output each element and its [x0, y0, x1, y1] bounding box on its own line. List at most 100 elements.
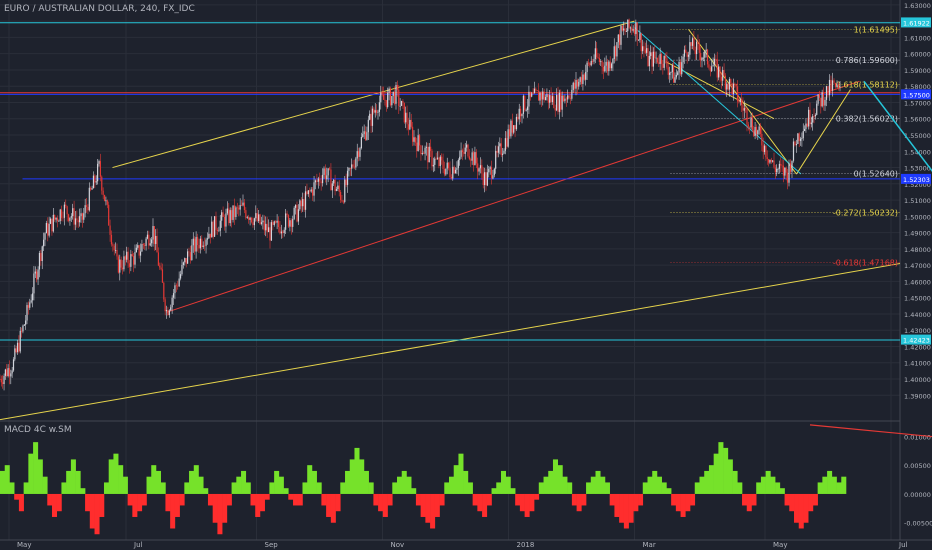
candle-body	[481, 165, 483, 174]
chart[interactable]: 1.630001.620001.610001.600001.590001.580…	[0, 0, 932, 550]
candle-body	[443, 169, 446, 175]
candle-body	[578, 81, 580, 87]
candle-body	[10, 373, 12, 377]
candle-body	[769, 159, 771, 163]
candle-body	[504, 138, 506, 151]
candle-body	[556, 94, 558, 111]
macd-bar	[4, 465, 10, 494]
candle-body	[600, 61, 602, 63]
price-tick-label: 1.59000	[904, 67, 931, 75]
candle-body	[691, 38, 694, 46]
candle-body	[37, 269, 39, 280]
candle-body	[734, 83, 736, 85]
candle-body	[163, 282, 165, 300]
candle-body	[153, 226, 155, 244]
candle-body	[583, 74, 585, 80]
price-tick-label: 1.50000	[904, 213, 931, 221]
candle-body	[492, 175, 494, 179]
candle-body	[188, 251, 190, 253]
candle-body	[673, 65, 675, 83]
candle-body	[472, 152, 475, 166]
macd-bar	[619, 493, 625, 523]
candle-body	[486, 172, 488, 186]
candle-body	[615, 46, 617, 57]
macd-bar	[633, 493, 639, 512]
macd-bar	[165, 493, 171, 512]
candle-body	[549, 95, 551, 103]
macd-bar	[770, 476, 776, 494]
candle-body	[628, 19, 630, 28]
candle-body	[51, 218, 53, 232]
candle-body	[619, 34, 621, 45]
candle-body	[561, 95, 563, 110]
candle-body	[25, 320, 27, 325]
candle-body	[681, 62, 683, 75]
candle-body	[134, 252, 136, 265]
candle-body	[749, 126, 751, 128]
macd-bar	[47, 493, 53, 506]
candle-body	[236, 207, 238, 209]
candle-body	[435, 158, 437, 160]
candle-body	[286, 213, 288, 216]
candle-body	[219, 220, 221, 231]
candle-body	[360, 136, 362, 149]
candle-body	[780, 163, 782, 166]
macd-bar	[415, 493, 421, 506]
candle-body	[535, 88, 537, 91]
macd-bar	[212, 493, 218, 523]
macd-bar	[500, 470, 507, 494]
candle-body	[81, 213, 83, 220]
macd-bar	[831, 476, 837, 494]
candle-body	[722, 70, 724, 81]
candle-body	[292, 218, 294, 227]
macd-bar	[713, 453, 719, 494]
price-tick-label: 1.46000	[904, 278, 931, 286]
candle-body	[127, 251, 129, 264]
macd-bar	[146, 476, 152, 494]
candle-body	[282, 231, 284, 234]
candle-body	[338, 185, 340, 192]
candle-body	[420, 145, 422, 155]
candle-body	[316, 180, 318, 182]
candle-body	[378, 102, 380, 112]
macd-bar	[302, 482, 308, 494]
candle-body	[558, 92, 560, 112]
candle-body	[184, 258, 186, 263]
candle-body	[525, 109, 527, 111]
candle-body	[706, 49, 709, 65]
candle-body	[87, 206, 89, 211]
candle-body	[146, 234, 149, 239]
candle-body	[328, 168, 331, 170]
fib-level-label: -0.618(1.47168)	[833, 258, 898, 267]
candle-body	[731, 83, 733, 95]
candle-body	[686, 52, 688, 57]
candle-body	[574, 82, 576, 89]
candle-body	[631, 27, 633, 31]
macd-bar	[28, 453, 34, 494]
candle-body	[579, 77, 581, 82]
candle-body	[446, 162, 448, 169]
candle-body	[575, 79, 577, 89]
candle-body	[371, 108, 374, 126]
candle-body	[272, 222, 274, 225]
candle-body	[77, 220, 79, 223]
candle-body	[822, 92, 825, 106]
fib-level-label: 1(1.61495)	[854, 25, 898, 34]
candle-body	[327, 168, 329, 176]
macd-bar	[841, 476, 847, 494]
candle-body	[376, 110, 378, 113]
candle-body	[642, 46, 644, 52]
candle-body	[41, 246, 43, 262]
candle-body	[109, 225, 111, 235]
candle-body	[660, 54, 663, 64]
candle-body	[83, 213, 85, 220]
candle-body	[363, 131, 365, 135]
candle-body	[557, 94, 559, 112]
candle-body	[262, 220, 264, 223]
candle-body	[337, 185, 339, 190]
macd-bar	[628, 493, 634, 523]
candle-body	[606, 61, 609, 72]
candle-body	[682, 56, 684, 63]
candle-body	[598, 57, 600, 63]
candle-body	[836, 84, 838, 87]
